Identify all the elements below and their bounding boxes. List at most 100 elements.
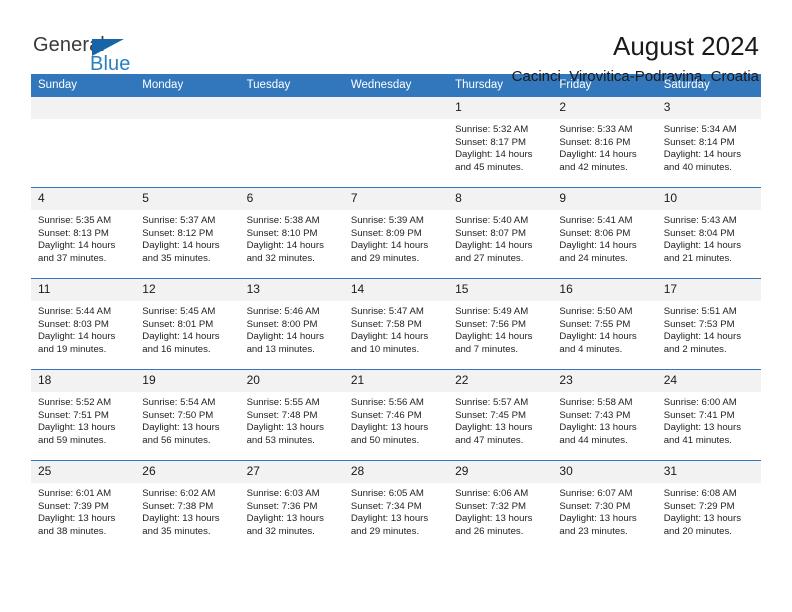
daylight-text-line1: Daylight: 14 hours [246,240,324,252]
sunset-text: Sunset: 7:56 PM [455,318,527,330]
daylight-text-line1: Daylight: 14 hours [559,149,637,161]
day-cell[interactable]: 1 Sunrise: 5:32 AM Sunset: 8:17 PM Dayli… [448,96,553,188]
day-number: 5 [135,188,240,210]
sunset-text: Sunset: 7:32 PM [455,500,527,512]
daylight-text-line1: Daylight: 14 hours [663,149,742,161]
day-cell[interactable]: 18 Sunrise: 5:52 AM Sunset: 7:51 PM Dayl… [31,369,136,461]
sunrise-text: Sunrise: 5:55 AM [246,397,320,408]
daylight-text-line2: and 37 minutes. [38,252,107,264]
day-number: 27 [239,461,344,483]
day-number [343,97,449,119]
daylight-text-line1: Daylight: 14 hours [38,331,116,343]
day-cell[interactable]: 26 Sunrise: 6:02 AM Sunset: 7:38 PM Dayl… [135,460,240,551]
day-cell[interactable]: 31 Sunrise: 6:08 AM Sunset: 7:29 PM Dayl… [656,460,761,551]
day-details: Sunrise: 5:51 AM Sunset: 7:53 PM Dayligh… [657,301,761,356]
day-number: 26 [135,461,240,483]
day-details: Sunrise: 5:32 AM Sunset: 8:17 PM Dayligh… [448,119,552,174]
daylight-text-line1: Daylight: 14 hours [559,331,637,343]
day-cell[interactable]: 27 Sunrise: 6:03 AM Sunset: 7:36 PM Dayl… [239,460,344,551]
sunrise-text: Sunrise: 5:50 AM [559,306,633,317]
weekday-header-wednesday: Wednesday [343,74,449,97]
week-row: 11 Sunrise: 5:44 AM Sunset: 8:03 PM Dayl… [31,278,761,370]
day-cell[interactable]: 25 Sunrise: 6:01 AM Sunset: 7:39 PM Dayl… [31,460,136,551]
daylight-text-line1: Daylight: 14 hours [350,240,429,252]
day-details: Sunrise: 5:52 AM Sunset: 7:51 PM Dayligh… [31,392,135,447]
day-details: Sunrise: 5:41 AM Sunset: 8:06 PM Dayligh… [552,210,656,265]
sunset-text: Sunset: 8:17 PM [455,136,527,148]
day-details: Sunrise: 5:49 AM Sunset: 7:56 PM Dayligh… [448,301,552,356]
day-number: 21 [343,370,449,392]
title-block: August 2024 Cacinci, Virovitica-Podravin… [512,31,761,87]
sunrise-text: Sunrise: 5:34 AM [663,124,737,135]
day-details: Sunrise: 5:45 AM Sunset: 8:01 PM Dayligh… [135,301,239,356]
day-cell[interactable]: 23 Sunrise: 5:58 AM Sunset: 7:43 PM Dayl… [552,369,657,461]
day-cell[interactable] [31,96,136,188]
day-cell[interactable]: 9 Sunrise: 5:41 AM Sunset: 8:06 PM Dayli… [552,187,657,279]
daylight-text-line2: and 21 minutes. [663,252,732,264]
daylight-text-line1: Daylight: 13 hours [559,513,637,525]
day-cell[interactable]: 29 Sunrise: 6:06 AM Sunset: 7:32 PM Dayl… [448,460,553,551]
day-cell[interactable]: 2 Sunrise: 5:33 AM Sunset: 8:16 PM Dayli… [552,96,657,188]
day-cell[interactable]: 8 Sunrise: 5:40 AM Sunset: 8:07 PM Dayli… [448,187,553,279]
day-details: Sunrise: 5:39 AM Sunset: 8:09 PM Dayligh… [344,210,448,265]
day-cell[interactable]: 6 Sunrise: 5:38 AM Sunset: 8:10 PM Dayli… [239,187,344,279]
day-number: 10 [656,188,761,210]
day-cell[interactable]: 15 Sunrise: 5:49 AM Sunset: 7:56 PM Dayl… [448,278,553,370]
day-cell[interactable]: 24 Sunrise: 6:00 AM Sunset: 7:41 PM Dayl… [656,369,761,461]
daylight-text-line2: and 13 minutes. [246,343,315,355]
day-cell[interactable]: 5 Sunrise: 5:37 AM Sunset: 8:12 PM Dayli… [135,187,240,279]
day-cell[interactable]: 3 Sunrise: 5:34 AM Sunset: 8:14 PM Dayli… [656,96,761,188]
day-number: 31 [656,461,761,483]
daylight-text-line1: Daylight: 13 hours [246,513,324,525]
day-cell[interactable]: 4 Sunrise: 5:35 AM Sunset: 8:13 PM Dayli… [31,187,136,279]
day-number: 8 [448,188,553,210]
day-cell[interactable]: 20 Sunrise: 5:55 AM Sunset: 7:48 PM Dayl… [239,369,344,461]
daylight-text-line1: Daylight: 13 hours [455,422,533,434]
daylight-text-line1: Daylight: 13 hours [350,513,429,525]
daylight-text-line2: and 19 minutes. [38,343,107,355]
daylight-text-line2: and 26 minutes. [455,525,524,537]
day-cell[interactable]: 17 Sunrise: 5:51 AM Sunset: 7:53 PM Dayl… [656,278,761,370]
day-cell[interactable] [239,96,344,188]
sunrise-text: Sunrise: 5:39 AM [350,215,424,226]
day-cell[interactable] [135,96,240,188]
day-number: 2 [552,97,657,119]
daylight-text-line1: Daylight: 14 hours [350,331,429,343]
sunset-text: Sunset: 8:09 PM [350,227,422,239]
daylight-text-line2: and 38 minutes. [38,525,107,537]
sunrise-text: Sunrise: 5:56 AM [350,397,424,408]
day-cell[interactable] [343,96,449,188]
sunset-text: Sunset: 7:34 PM [350,500,422,512]
daylight-text-line1: Daylight: 13 hours [142,422,220,434]
daylight-text-line2: and 35 minutes. [142,252,211,264]
day-cell[interactable]: 28 Sunrise: 6:05 AM Sunset: 7:34 PM Dayl… [343,460,449,551]
daylight-text-line2: and 2 minutes. [663,343,727,355]
daylight-text-line1: Daylight: 14 hours [246,331,324,343]
sunrise-text: Sunrise: 5:49 AM [455,306,529,317]
day-cell[interactable]: 19 Sunrise: 5:54 AM Sunset: 7:50 PM Dayl… [135,369,240,461]
day-number: 9 [552,188,657,210]
day-number: 18 [31,370,136,392]
day-details [240,119,344,124]
day-cell[interactable]: 11 Sunrise: 5:44 AM Sunset: 8:03 PM Dayl… [31,278,136,370]
day-number: 11 [31,279,136,301]
calendar-body: 1 Sunrise: 5:32 AM Sunset: 8:17 PM Dayli… [31,96,761,551]
day-details: Sunrise: 5:35 AM Sunset: 8:13 PM Dayligh… [31,210,135,265]
daylight-text-line2: and 53 minutes. [246,434,315,446]
daylight-text-line1: Daylight: 14 hours [663,240,742,252]
sunrise-text: Sunrise: 6:05 AM [350,488,424,499]
brand-logo[interactable]: General Blue [31,31,171,83]
day-cell[interactable]: 12 Sunrise: 5:45 AM Sunset: 8:01 PM Dayl… [135,278,240,370]
daylight-text-line1: Daylight: 14 hours [455,331,533,343]
day-cell[interactable]: 30 Sunrise: 6:07 AM Sunset: 7:30 PM Dayl… [552,460,657,551]
day-cell[interactable]: 21 Sunrise: 5:56 AM Sunset: 7:46 PM Dayl… [343,369,449,461]
day-number: 28 [343,461,449,483]
day-cell[interactable]: 10 Sunrise: 5:43 AM Sunset: 8:04 PM Dayl… [656,187,761,279]
sunset-text: Sunset: 8:16 PM [559,136,631,148]
day-cell[interactable]: 14 Sunrise: 5:47 AM Sunset: 7:58 PM Dayl… [343,278,449,370]
day-cell[interactable]: 13 Sunrise: 5:46 AM Sunset: 8:00 PM Dayl… [239,278,344,370]
sunrise-text: Sunrise: 5:35 AM [38,215,112,226]
day-cell[interactable]: 16 Sunrise: 5:50 AM Sunset: 7:55 PM Dayl… [552,278,657,370]
day-cell[interactable]: 7 Sunrise: 5:39 AM Sunset: 8:09 PM Dayli… [343,187,449,279]
day-cell[interactable]: 22 Sunrise: 5:57 AM Sunset: 7:45 PM Dayl… [448,369,553,461]
